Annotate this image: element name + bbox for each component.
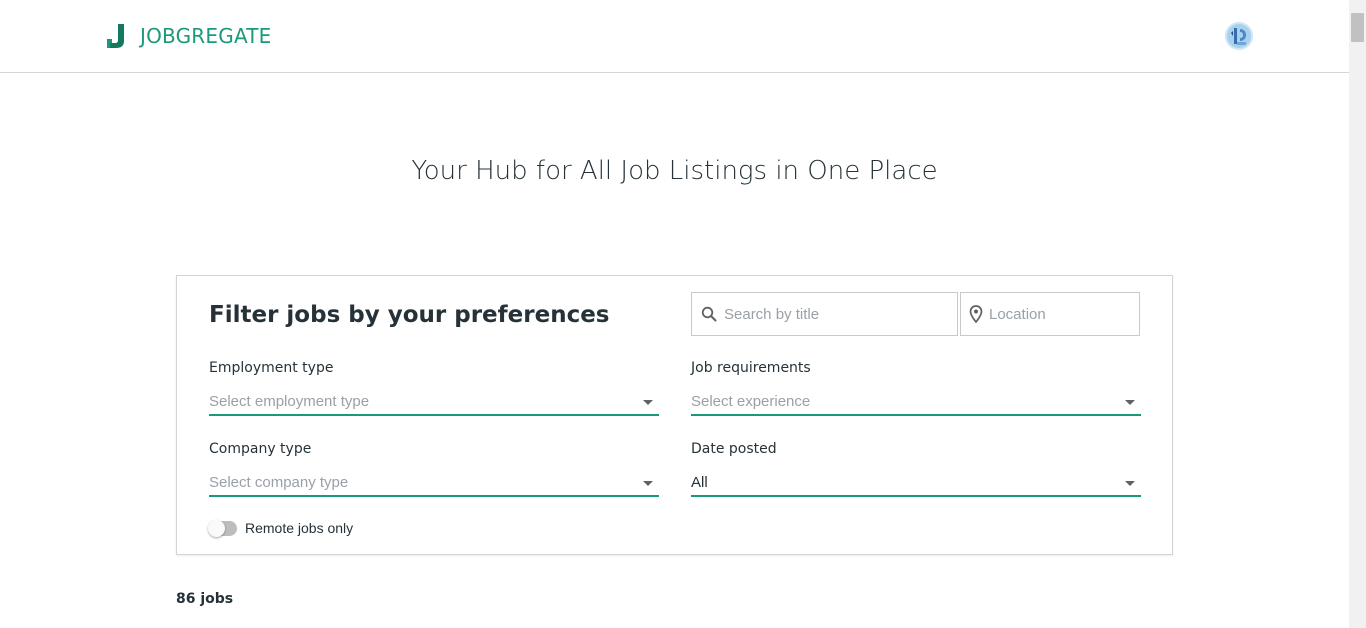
remote-jobs-toggle[interactable]	[208, 519, 237, 537]
remote-jobs-toggle-row: Remote jobs only	[208, 519, 353, 537]
employment-type-select[interactable]: Select employment type	[209, 385, 659, 416]
scrollbar-thumb[interactable]	[1351, 13, 1364, 42]
date-posted-value: All	[691, 474, 708, 491]
hero-title: Your Hub for All Job Listings in One Pla…	[411, 156, 938, 186]
location-pin-icon	[969, 305, 983, 323]
chevron-down-icon	[1125, 481, 1135, 486]
chevron-down-icon	[1125, 400, 1135, 405]
employment-type-label: Employment type	[209, 360, 334, 376]
brand-name: JOBGREGATE	[140, 24, 272, 48]
brand-logo[interactable]: JOBGREGATE	[106, 23, 272, 49]
j-logo-icon	[107, 24, 124, 48]
employment-type-value: Select employment type	[209, 393, 370, 410]
page-scrollbar[interactable]	[1349, 0, 1366, 628]
company-type-select[interactable]: Select company type	[209, 466, 659, 497]
remote-jobs-label[interactable]: Remote jobs only	[245, 520, 353, 536]
date-posted-field: Date posted All	[691, 441, 1141, 497]
filter-panel: Filter jobs by your preferences Employme…	[176, 275, 1188, 555]
location-search-box[interactable]	[960, 292, 1188, 336]
company-type-field: Company type Select company type	[209, 441, 659, 497]
toggle-knob	[208, 519, 225, 537]
company-type-value: Select company type	[209, 474, 349, 491]
company-type-label: Company type	[209, 441, 312, 457]
date-posted-label: Date posted	[691, 441, 777, 457]
job-requirements-label: Job requirements	[691, 360, 811, 376]
filter-title: Filter jobs by your preferences	[209, 302, 610, 328]
search-icon	[700, 305, 718, 323]
date-posted-select[interactable]: All	[691, 466, 1141, 497]
chevron-down-icon	[643, 400, 653, 405]
title-search-box[interactable]	[691, 292, 958, 336]
title-search-input[interactable]	[724, 305, 924, 323]
location-input[interactable]	[989, 305, 1188, 323]
jobs-count: 86 jobs	[176, 591, 234, 607]
job-requirements-field: Job requirements Select experience	[691, 360, 1141, 416]
chevron-down-icon	[643, 481, 653, 486]
employment-type-field: Employment type Select employment type	[209, 360, 659, 416]
job-requirements-value: Select experience	[691, 393, 811, 410]
avatar-image	[1225, 22, 1253, 50]
user-avatar[interactable]	[1225, 22, 1253, 50]
job-requirements-select[interactable]: Select experience	[691, 385, 1141, 416]
top-navbar: JOBGREGATE	[0, 0, 1349, 73]
